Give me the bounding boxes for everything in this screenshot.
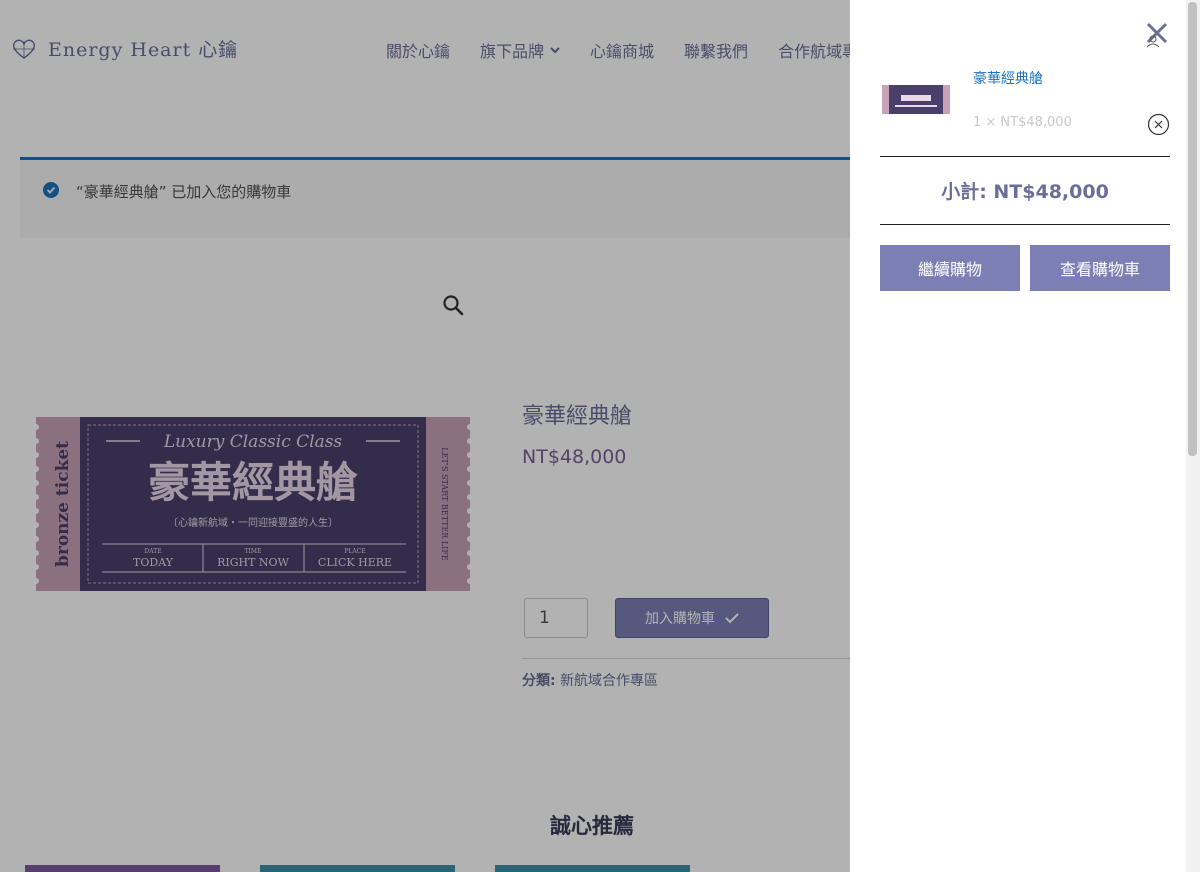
divider <box>880 224 1170 225</box>
user-icon <box>1146 35 1160 48</box>
cart-item-thumbnail[interactable] <box>882 85 950 114</box>
scrollbar-thumb[interactable] <box>1188 2 1197 456</box>
cart-item-quantity: 1 × NT$48,000 <box>973 115 1072 130</box>
divider <box>880 156 1170 157</box>
cart-subtotal: 小計: NT$48,000 <box>941 181 1109 203</box>
remove-item-icon[interactable] <box>1147 113 1170 136</box>
view-cart-button[interactable]: 查看購物車 <box>1030 245 1170 291</box>
continue-shopping-button[interactable]: 繼續購物 <box>880 245 1020 291</box>
cart-item-name[interactable]: 豪華經典艙 <box>973 68 1043 88</box>
